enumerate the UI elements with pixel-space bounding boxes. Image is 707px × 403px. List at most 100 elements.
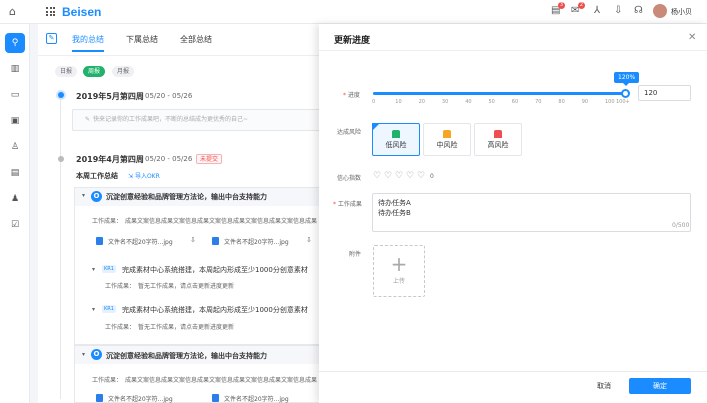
file-name[interactable]: 文件名不超20字符...jpg [108, 237, 173, 246]
heart-icon[interactable]: ♡ [373, 171, 381, 181]
kr-title: 完成素材中心系统搭建，本周起内形成至少1000分创意素材 [122, 266, 308, 274]
confirm-button[interactable]: 确定 [629, 378, 691, 394]
risk-option-label: 低风险 [385, 141, 407, 149]
file-icon-3 [96, 394, 103, 402]
headset-icon[interactable]: ☊ [634, 5, 643, 16]
chart-icon: ▥ [10, 64, 20, 74]
confidence-value: 0 [430, 173, 434, 180]
heart-icon-3[interactable]: ♡ [395, 171, 403, 181]
document-icon: ▤ [10, 168, 20, 178]
import-icon: ⇲ [128, 173, 135, 180]
sidebar-item-review[interactable]: ☑ [5, 215, 25, 235]
user-icon: ♙ [10, 142, 20, 152]
objective-badge: O [91, 191, 102, 202]
slider-tick-label: 90 [581, 99, 589, 105]
file-name-3[interactable]: 文件名不超20字符...jpg [108, 394, 173, 403]
file-icon [96, 237, 103, 245]
summary-input[interactable]: ✎ 快来记录你的工作成果吧，不断的总结成为更优秀的自己~ [72, 109, 328, 131]
objective-badge-2: O [91, 349, 102, 360]
confidence-label: 信心指数 [337, 175, 362, 182]
tab-my-summary[interactable]: 我的总结 [72, 34, 104, 45]
progress-tooltip: 120% [614, 72, 640, 83]
chevron-down-icon[interactable]: ▾ [82, 192, 85, 199]
sidebar-item-user[interactable]: ♙ [5, 137, 25, 157]
tab-underline [72, 50, 104, 52]
tools-icon[interactable]: ⅄ [594, 5, 600, 16]
heart-icon-2[interactable]: ♡ [384, 171, 392, 181]
slider-tick-label: 10 [395, 99, 402, 105]
file-name-4[interactable]: 文件名不超20字符...jpg [224, 394, 289, 403]
chevron-down-icon-2[interactable]: ▾ [82, 351, 85, 358]
section-title: 本周工作总结 [76, 172, 118, 180]
bell-icon-2 [443, 130, 451, 138]
avatar[interactable] [653, 4, 667, 18]
download-file-icon-2[interactable]: ⇩ [306, 236, 312, 244]
slider-tick-label: 40 [465, 99, 472, 105]
user-gear-icon: ♟ [10, 194, 20, 204]
mail-badge: 2 [578, 2, 585, 9]
file-icon-4 [212, 394, 219, 402]
bell-icon [392, 130, 400, 138]
heart-icon-4[interactable]: ♡ [406, 171, 414, 181]
close-icon[interactable]: ✕ [688, 32, 696, 43]
status-badge: 未提交 [196, 154, 223, 164]
user-name[interactable]: 杨小贝 [671, 7, 692, 17]
result-line-2: 待办任务B [378, 209, 411, 217]
sidebar-item-chart[interactable]: ▥ [5, 59, 25, 79]
kr-tag: KR1 [102, 265, 116, 273]
bell-icon-3 [494, 130, 502, 138]
slider-tick-label: 30 [441, 99, 449, 105]
selected-corner [372, 123, 380, 131]
logo: Beisen [62, 5, 102, 19]
slider-tick-label: 0 [372, 99, 376, 105]
attachment-label: 附件 [349, 251, 362, 258]
slider-tick-label: 20 [418, 99, 425, 105]
heart-icon-5[interactable]: ♡ [417, 171, 425, 181]
result-label: 工作成果： [92, 218, 123, 225]
slider-tick-label: 50 [488, 99, 495, 105]
import-okr-link[interactable]: ⇲ 导入OKR [128, 171, 160, 180]
chevron-down-icon-kr1[interactable]: ▾ [92, 266, 95, 273]
result-field-label: * 工作成果 [333, 201, 362, 208]
sidebar-item-doc[interactable]: ▤ [5, 163, 25, 183]
file-name-2[interactable]: 文件名不超20字符...jpg [224, 237, 289, 246]
goal-icon: ⚲ [11, 38, 19, 48]
slider-tick-label: 70 [535, 99, 542, 105]
app-grid-icon[interactable] [46, 7, 55, 16]
kr-tag-2: KR1 [102, 305, 116, 313]
risk-option-medium[interactable]: 中风险 [423, 123, 471, 156]
sidebar-item-archive[interactable]: ▣ [5, 111, 25, 131]
chevron-down-icon-kr2[interactable]: ▾ [92, 306, 95, 313]
result-line: 待办任务A [378, 199, 411, 207]
kr-result-label-2: 工作成果： [105, 324, 136, 331]
progress-input[interactable]: 120 [638, 85, 691, 101]
timeline-line [60, 99, 61, 399]
char-counter: 0/500 [672, 222, 690, 229]
progress-slider-handle[interactable] [621, 89, 630, 98]
edit-icon[interactable]: ✎ [46, 33, 57, 44]
result-textarea[interactable]: 待办任务A 待办任务B [372, 193, 691, 232]
pill-monthly[interactable]: 月报 [112, 66, 135, 77]
upload-button[interactable]: + 上传 [373, 245, 425, 297]
pill-daily[interactable]: 日报 [55, 66, 78, 77]
drawer-title: 更新进度 [334, 36, 371, 46]
tab-all-summary[interactable]: 全部总结 [180, 34, 212, 45]
top-bar [0, 0, 707, 24]
risk-option-high[interactable]: 高风险 [474, 123, 522, 156]
pill-weekly[interactable]: 周报 [83, 66, 106, 77]
plus-icon: + [390, 252, 408, 276]
result-label-2: 工作成果： [92, 377, 123, 384]
objective-title: 沉淀创意经验和品牌管理方法论，输出中台支持能力 [106, 193, 267, 201]
result-text-2: 成果文案信息成果文案信息成果文案信息成果文案信息成果文案信息成果 [125, 377, 318, 384]
sidebar-item-monitor[interactable]: ▭ [5, 85, 25, 105]
download-file-icon[interactable]: ⇩ [190, 236, 196, 244]
risk-label: 达成风险 [337, 129, 362, 136]
home-icon[interactable]: ⌂ [9, 5, 16, 18]
objective-title-2: 沉淀创意经验和品牌管理方法论，输出中台支持能力 [106, 352, 267, 360]
result-text: 成果文案信息成果文案信息成果文案信息成果文案信息成果文案信息成果 [125, 218, 318, 225]
sidebar-item-user-settings[interactable]: ♟ [5, 189, 25, 209]
cancel-button[interactable]: 取消 [585, 378, 623, 394]
tab-subordinate-summary[interactable]: 下属总结 [126, 34, 158, 45]
sidebar-item-okr[interactable]: ⚲ [5, 33, 25, 53]
download-icon[interactable]: ⇩ [614, 5, 622, 16]
